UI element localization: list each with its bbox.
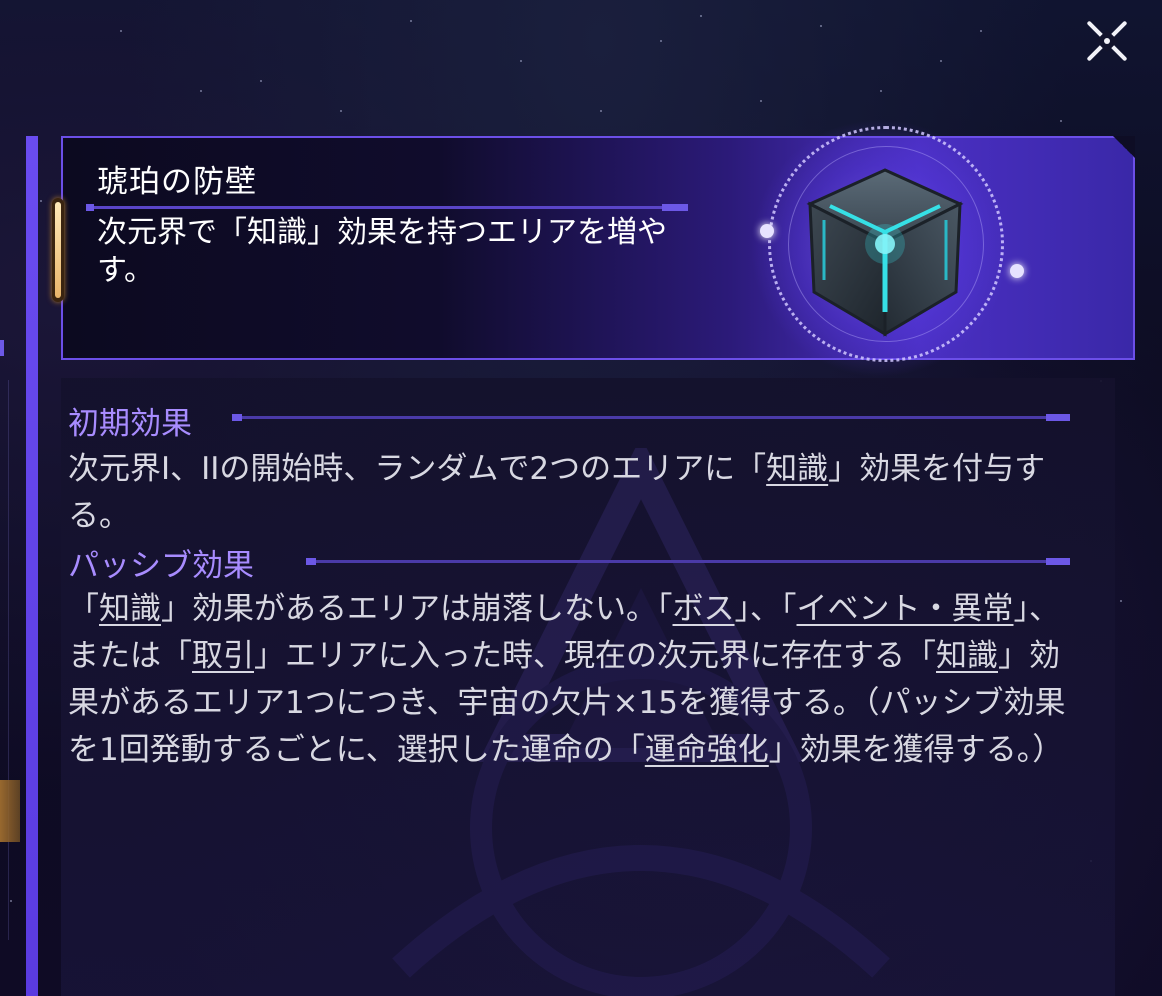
star bbox=[880, 90, 882, 92]
relic-emblem bbox=[740, 118, 1024, 380]
relic-description: 次元界で「知識」効果を持つエリアを増やす。 bbox=[97, 215, 667, 288]
divider-left-cap bbox=[306, 558, 316, 565]
star bbox=[1120, 600, 1122, 602]
divider-left-cap bbox=[232, 414, 242, 421]
left-rail-stub bbox=[0, 340, 4, 356]
effect-text-segment: 」効果があるエリアは崩落しない。「 bbox=[161, 591, 673, 627]
close-icon-dot bbox=[1104, 38, 1110, 44]
star bbox=[40, 200, 42, 202]
card-corner-notch bbox=[1113, 136, 1135, 158]
close-button[interactable] bbox=[1076, 10, 1138, 72]
left-highlight-tab bbox=[0, 780, 20, 842]
divider-right-cap bbox=[662, 204, 688, 211]
divider-left-cap bbox=[86, 204, 94, 211]
initial-effect-text: 次元界I、IIの開始時、ランダムで2つのエリアに「知識」効果を付与する。 bbox=[68, 446, 1068, 540]
title-accent-bar bbox=[52, 198, 64, 302]
initial-effect-divider bbox=[232, 414, 1070, 421]
star bbox=[660, 40, 662, 42]
effect-text-segment: 次元界I、IIの開始時、ランダムで2つのエリアに「 bbox=[68, 451, 767, 487]
keyword-link[interactable]: 知識 bbox=[99, 591, 161, 627]
star bbox=[200, 90, 202, 92]
star bbox=[700, 15, 702, 17]
passive-effect-divider bbox=[306, 558, 1070, 565]
star bbox=[820, 25, 822, 27]
star bbox=[10, 900, 12, 902]
keyword-link[interactable]: ボス bbox=[673, 591, 735, 627]
relic-detail-screen: 琥珀の防壁 次元界で「知識」効果を持つエリアを増やす。 初期効果 次元界I、II… bbox=[0, 0, 1162, 996]
effect-text-segment: 」、「 bbox=[734, 591, 797, 627]
star bbox=[600, 110, 602, 112]
passive-effect-text: 「知識」効果があるエリアは崩落しない。「ボス」、「イベント・異常」、または「取引… bbox=[68, 586, 1068, 774]
star bbox=[260, 80, 262, 82]
keyword-link[interactable]: 知識 bbox=[766, 451, 828, 487]
star bbox=[120, 30, 122, 32]
star bbox=[340, 110, 342, 112]
emblem-orb-right bbox=[1010, 264, 1024, 278]
keyword-link[interactable]: イベント・異常 bbox=[797, 591, 1014, 627]
relic-title: 琥珀の防壁 bbox=[97, 164, 257, 200]
star bbox=[980, 30, 982, 32]
effect-text-segment: 」効果を獲得する。） bbox=[768, 732, 1064, 768]
left-panel-edge bbox=[0, 380, 9, 940]
keyword-link[interactable]: 取引 bbox=[192, 638, 254, 674]
left-accent-rail bbox=[26, 136, 38, 996]
star bbox=[410, 20, 412, 22]
divider-right-cap bbox=[1046, 558, 1070, 565]
emblem-orb-left bbox=[760, 224, 774, 238]
star bbox=[760, 100, 762, 102]
effect-text-segment: 「 bbox=[68, 591, 99, 627]
title-divider bbox=[86, 204, 688, 211]
passive-effect-heading: パッシブ効果 bbox=[68, 548, 254, 584]
star bbox=[520, 60, 522, 62]
keyword-link[interactable]: 運命強化 bbox=[645, 732, 769, 768]
keyword-link[interactable]: 知識 bbox=[936, 638, 998, 674]
star bbox=[1060, 120, 1062, 122]
effect-text-segment: 」エリアに入った時、現在の次元界に存在する「 bbox=[254, 638, 936, 674]
divider-right-cap bbox=[1046, 414, 1070, 421]
star bbox=[940, 60, 942, 62]
cube-relic-icon bbox=[806, 168, 964, 337]
initial-effect-heading: 初期効果 bbox=[68, 406, 192, 442]
